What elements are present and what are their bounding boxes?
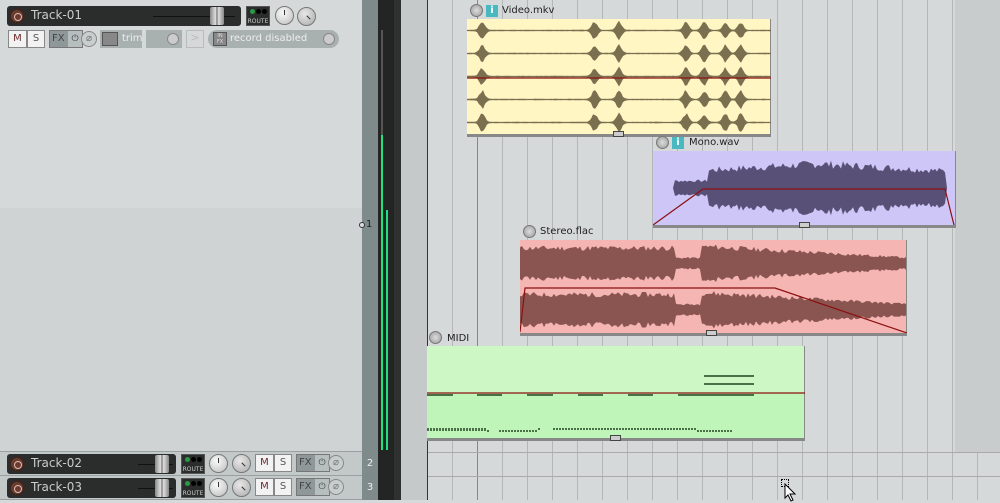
track-name[interactable]: Track-03	[31, 480, 82, 494]
phase-invert-icon[interactable]: ⌀	[81, 31, 97, 47]
pan-knob[interactable]	[232, 454, 251, 473]
track-number: 2	[362, 452, 378, 476]
mute-button[interactable]: M	[8, 30, 27, 48]
fx-label: FX	[299, 481, 312, 492]
fx-button[interactable]: FX ⏻	[49, 30, 83, 48]
track-name-bar[interactable]: Track-03	[7, 478, 176, 498]
mouse-cursor-icon	[784, 483, 797, 502]
fx-power-icon[interactable]: ⏻	[315, 479, 329, 495]
volume-fader-thumb[interactable]	[155, 479, 169, 497]
grid-line	[927, 0, 928, 500]
item-name[interactable]: Mono.wav	[689, 137, 739, 148]
envelope-icon	[102, 32, 118, 46]
record-input-label: record disabled	[230, 33, 308, 44]
fx-power-icon[interactable]: ⏻	[68, 31, 82, 47]
item-volume-knob[interactable]	[656, 136, 669, 149]
record-arm-button[interactable]	[9, 456, 25, 472]
record-arm-button[interactable]	[9, 480, 25, 496]
midi-notes	[427, 375, 805, 432]
route-button[interactable]: ROUTE	[246, 6, 270, 26]
waveform	[467, 20, 771, 133]
project-end-area	[955, 0, 1000, 452]
automation-mode-label: trim	[122, 33, 143, 44]
resize-handle-icon[interactable]	[359, 222, 365, 228]
item-handle[interactable]	[613, 131, 624, 137]
track-name[interactable]: Track-01	[31, 8, 82, 22]
item-name[interactable]: Stereo.flac	[540, 226, 594, 237]
fx-power-icon[interactable]: ⏻	[315, 455, 329, 471]
volume-fader-thumb[interactable]	[155, 455, 169, 473]
fx-button[interactable]: FX ⏻	[296, 478, 330, 496]
item-name[interactable]: Video.mkv	[502, 5, 554, 16]
vu-meter	[378, 0, 401, 500]
media-item-midi[interactable]	[427, 346, 805, 441]
info-icon[interactable]: i	[486, 5, 498, 17]
solo-button[interactable]: S	[27, 30, 45, 48]
track-number: 3	[362, 476, 378, 500]
item-volume-knob[interactable]	[429, 331, 442, 344]
waveform	[653, 160, 955, 225]
mute-button[interactable]: M	[255, 478, 274, 496]
solo-button[interactable]: S	[274, 478, 292, 496]
volume-fader-thumb[interactable]	[210, 7, 224, 25]
monitor-icon[interactable]: >	[186, 30, 204, 48]
chevron-down-icon	[167, 33, 179, 45]
track-number-strip: 1	[359, 0, 378, 452]
input-select-dropdown[interactable]	[146, 30, 182, 48]
media-item-stereo[interactable]	[520, 240, 907, 336]
pan-knob[interactable]	[297, 7, 316, 26]
meter-right-level	[386, 210, 388, 450]
track-name[interactable]: Track-02	[31, 456, 82, 470]
pan-knob[interactable]	[232, 478, 251, 497]
volume-knob[interactable]	[275, 6, 294, 25]
item-volume-knob[interactable]	[523, 225, 536, 238]
media-item-mono[interactable]	[653, 151, 956, 228]
track-name-bar[interactable]: Track-02	[7, 454, 176, 474]
fx-button[interactable]: FX ⏻	[296, 454, 330, 472]
phase-invert-icon[interactable]: ⌀	[328, 455, 344, 471]
item-volume-knob[interactable]	[470, 4, 483, 17]
item-name[interactable]: MIDI	[447, 333, 469, 344]
mute-button[interactable]: M	[255, 454, 274, 472]
item-handle[interactable]	[610, 435, 621, 441]
record-input-dropdown[interactable]: IN FX record disabled	[208, 30, 339, 48]
in-fx-icon[interactable]: IN FX	[213, 32, 227, 46]
track-number: 1	[366, 219, 373, 230]
chevron-down-icon	[323, 33, 335, 45]
arrange-margin	[401, 0, 427, 500]
fx-label: FX	[299, 457, 312, 468]
solo-button[interactable]: S	[274, 454, 292, 472]
item-handle[interactable]	[706, 330, 717, 336]
meter-left-level	[381, 135, 383, 450]
phase-invert-icon[interactable]: ⌀	[328, 479, 344, 495]
grid-line	[952, 0, 953, 500]
automation-mode-button[interactable]: trim	[100, 30, 143, 48]
media-item-video[interactable]	[467, 19, 771, 137]
track-panel-1: Track-01 ROUTE M S FX ⏻ ⌀ trim > IN FX re…	[0, 0, 362, 452]
route-button[interactable]: ROUTE	[181, 478, 205, 498]
fx-label: FX	[52, 33, 65, 44]
arrange-view[interactable]: i Video.mkv i Mono.wav Stereo.flac MIDI	[427, 0, 1000, 502]
route-button[interactable]: ROUTE	[181, 454, 205, 474]
record-arm-button[interactable]	[9, 8, 25, 24]
info-icon[interactable]: i	[672, 137, 684, 149]
item-handle[interactable]	[799, 222, 810, 228]
volume-knob[interactable]	[209, 454, 228, 473]
volume-knob[interactable]	[209, 478, 228, 497]
track-name-bar[interactable]: Track-01	[7, 6, 241, 26]
waveform	[520, 244, 907, 333]
